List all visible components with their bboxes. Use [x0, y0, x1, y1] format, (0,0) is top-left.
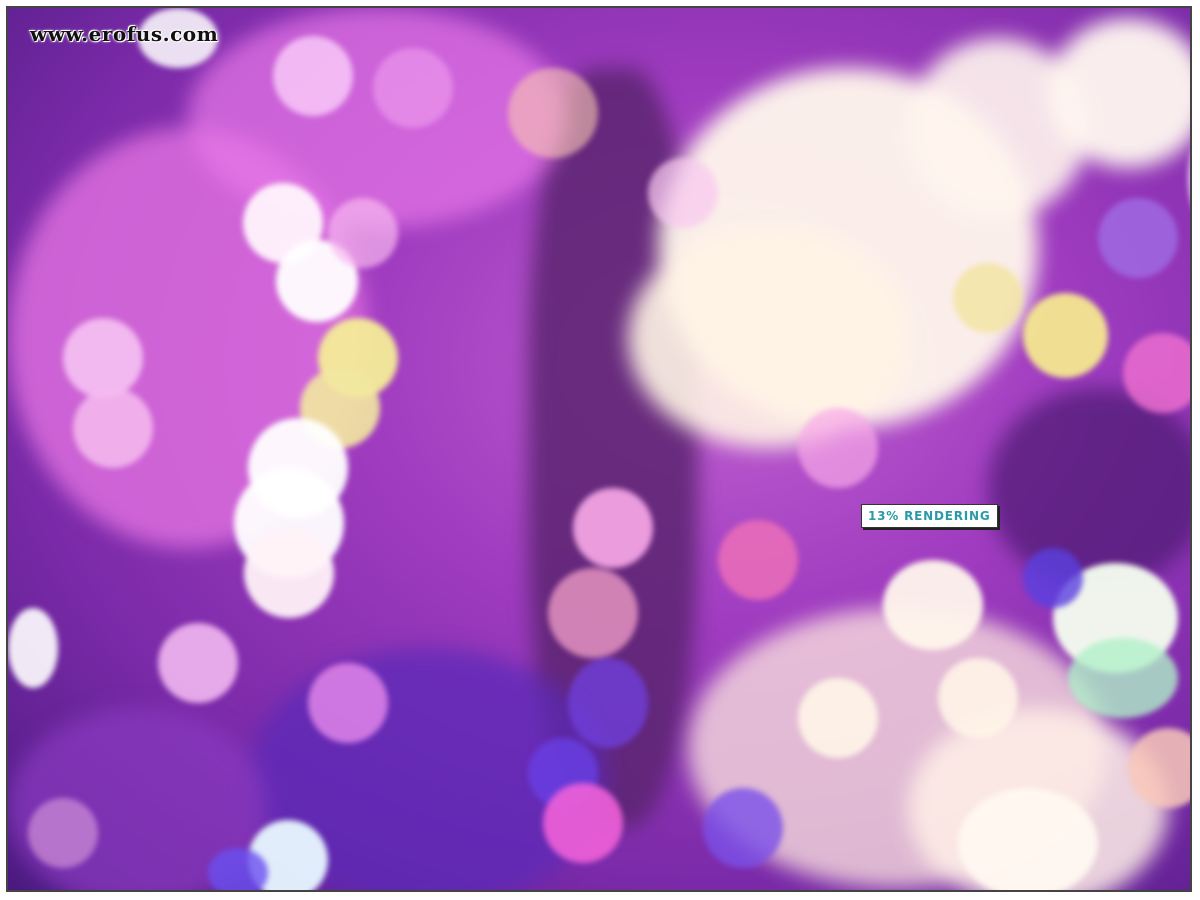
image-frame: www.erofus.com 13% RENDERING: [6, 6, 1192, 892]
bokeh-dot: [208, 848, 268, 890]
bokeh-dot: [28, 798, 98, 868]
bokeh-dot: [1188, 138, 1190, 218]
bokeh-dot: [308, 663, 388, 743]
bokeh-dot: [63, 318, 143, 398]
bokeh-circles: [8, 8, 1190, 890]
bokeh-dot: [883, 560, 983, 650]
bokeh-dot: [8, 608, 58, 688]
bokeh-dot: [1068, 638, 1178, 718]
watermark-text: www.erofus.com: [30, 22, 219, 46]
bokeh-dot: [573, 488, 653, 568]
bokeh-dot: [273, 36, 353, 116]
bokeh-dot: [508, 68, 598, 158]
bokeh-dot: [548, 568, 638, 658]
bokeh-dot: [73, 388, 153, 468]
bokeh-dot: [953, 263, 1023, 333]
bokeh-dot: [1128, 728, 1190, 808]
bokeh-dot: [798, 408, 878, 488]
bokeh-dot: [244, 528, 334, 618]
bokeh-dot: [373, 48, 453, 128]
bokeh-dot: [958, 788, 1098, 890]
bokeh-dot: [1098, 198, 1178, 278]
bokeh-dot: [703, 788, 783, 868]
render-status-label: 13% RENDERING: [861, 504, 998, 528]
bokeh-dot: [1123, 333, 1190, 413]
bokeh-dot: [1023, 293, 1108, 378]
bokeh-dot: [938, 658, 1018, 738]
bokeh-dot: [798, 678, 878, 758]
bokeh-dot: [718, 520, 798, 600]
bokeh-dot: [568, 658, 648, 748]
bokeh-dot: [328, 198, 398, 268]
bokeh-dot: [1023, 548, 1083, 608]
bokeh-dot: [158, 623, 238, 703]
bokeh-dot: [543, 783, 623, 863]
bokeh-dot: [648, 158, 718, 228]
